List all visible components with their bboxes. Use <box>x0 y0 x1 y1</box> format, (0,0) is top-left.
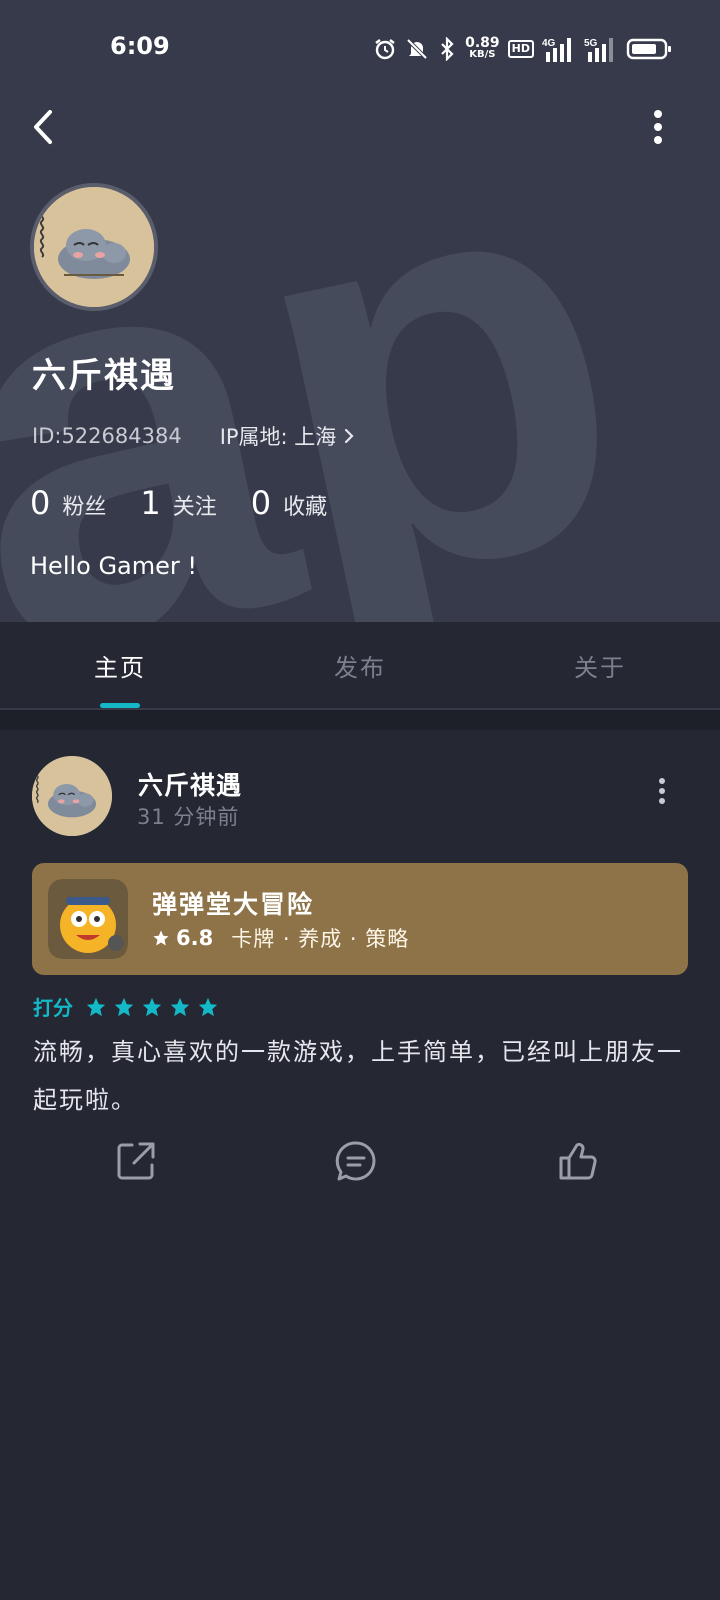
share-button[interactable] <box>113 1138 159 1184</box>
avatar-image <box>32 756 112 836</box>
alarm-icon <box>373 37 397 61</box>
battery-icon <box>626 37 672 61</box>
profile-meta: ID:522684384 IP属地: 上海 <box>32 421 358 451</box>
signal-5g-icon: 5G <box>584 36 618 62</box>
thumbs-up-icon <box>559 1142 597 1180</box>
stat-count: 0 <box>250 484 272 522</box>
net-speed-unit: KB/S <box>469 49 496 60</box>
stat-label: 收藏 <box>283 495 328 520</box>
score-stars <box>85 996 219 1018</box>
profile-stats: 0 粉丝 1 关注 0 收藏 <box>30 484 361 522</box>
tab-label: 关于 <box>574 653 626 682</box>
status-bar: 6:09 0.89 KB/S HD 4G 5G <box>0 0 720 96</box>
game-tags: 卡牌 · 养成 · 策略 <box>231 927 410 951</box>
tab-label: 发布 <box>334 653 386 682</box>
game-score: 6.8 <box>176 926 214 950</box>
stat-count: 1 <box>140 484 161 522</box>
star-icon <box>153 930 169 946</box>
back-button[interactable] <box>26 104 62 150</box>
status-icons: 0.89 KB/S HD 4G 5G <box>373 34 672 64</box>
stat-fans[interactable]: 0 粉丝 <box>30 484 106 522</box>
status-time: 6:09 <box>110 32 170 60</box>
user-id: ID:522684384 <box>32 424 182 448</box>
comment-button[interactable] <box>333 1138 379 1184</box>
star-icon <box>114 997 134 1016</box>
hd-badge: HD <box>507 40 534 58</box>
score-row: 打分 <box>33 992 219 1021</box>
profile-tabs: 主页 发布 关于 <box>0 622 720 710</box>
ip-location-link[interactable]: IP属地: 上海 <box>220 421 359 451</box>
svg-text:5G: 5G <box>584 38 598 49</box>
stat-count: 0 <box>30 484 51 522</box>
star-icon <box>142 997 162 1016</box>
game-icon <box>48 879 128 959</box>
profile-header: ap 6:09 0.89 KB/S HD 4G 5G 六斤祺遇 ID:52268… <box>0 0 720 622</box>
tab-home[interactable]: 主页 <box>0 622 240 708</box>
more-vertical-icon <box>654 110 662 144</box>
stat-label: 关注 <box>172 495 217 520</box>
more-options-button[interactable] <box>646 106 670 148</box>
review-text: 流畅，真心喜欢的一款游戏，上手简单，已经叫上朋友一起玩啦。 <box>33 1038 683 1114</box>
star-icon <box>198 997 218 1016</box>
svg-text:4G: 4G <box>542 38 556 49</box>
signal-4g-icon: 4G <box>542 36 576 62</box>
game-card[interactable]: 弹弹堂大冒险 6.8 卡牌 · 养成 · 策略 <box>32 863 688 975</box>
more-vertical-icon <box>659 778 665 804</box>
game-title: 弹弹堂大冒险 <box>152 890 315 919</box>
post-actions <box>0 1138 720 1198</box>
tab-label: 主页 <box>94 653 146 682</box>
taptap-watermark: ap <box>0 60 669 622</box>
tab-about[interactable]: 关于 <box>480 622 720 708</box>
avatar-image <box>34 187 154 307</box>
net-speed-value: 0.89 <box>465 35 500 51</box>
svg-text:ap: ap <box>0 60 669 622</box>
post-author-name[interactable]: 六斤祺遇 <box>138 766 242 802</box>
comment-icon <box>335 1141 376 1181</box>
profile-bio: Hello Gamer ! <box>30 552 198 580</box>
game-rating: 6.8 卡牌 · 养成 · 策略 <box>152 923 409 953</box>
like-button[interactable] <box>555 1138 601 1184</box>
active-tab-indicator <box>100 703 140 708</box>
ip-location-text: IP属地: 上海 <box>219 425 337 449</box>
score-label: 打分 <box>33 996 73 1020</box>
star-icon <box>170 997 190 1016</box>
bluetooth-icon <box>437 37 457 61</box>
share-icon <box>117 1142 155 1180</box>
chevron-left-icon <box>34 110 52 144</box>
game-icon-image <box>48 879 128 959</box>
stat-label: 粉丝 <box>62 495 107 520</box>
section-divider <box>0 710 720 730</box>
star-icon <box>86 997 106 1016</box>
tab-posts[interactable]: 发布 <box>240 622 480 708</box>
profile-avatar[interactable] <box>30 183 158 311</box>
mute-bell-icon <box>405 37 429 61</box>
stat-following[interactable]: 1 关注 <box>140 484 216 522</box>
post-author-avatar[interactable] <box>32 756 112 836</box>
stat-favorites[interactable]: 0 收藏 <box>251 484 327 522</box>
chevron-right-icon <box>345 428 354 444</box>
post-time: 31 分钟前 <box>137 805 240 829</box>
post-more-button[interactable] <box>654 776 670 806</box>
profile-name: 六斤祺遇 <box>32 356 176 396</box>
net-speed: 0.89 KB/S <box>465 35 500 61</box>
